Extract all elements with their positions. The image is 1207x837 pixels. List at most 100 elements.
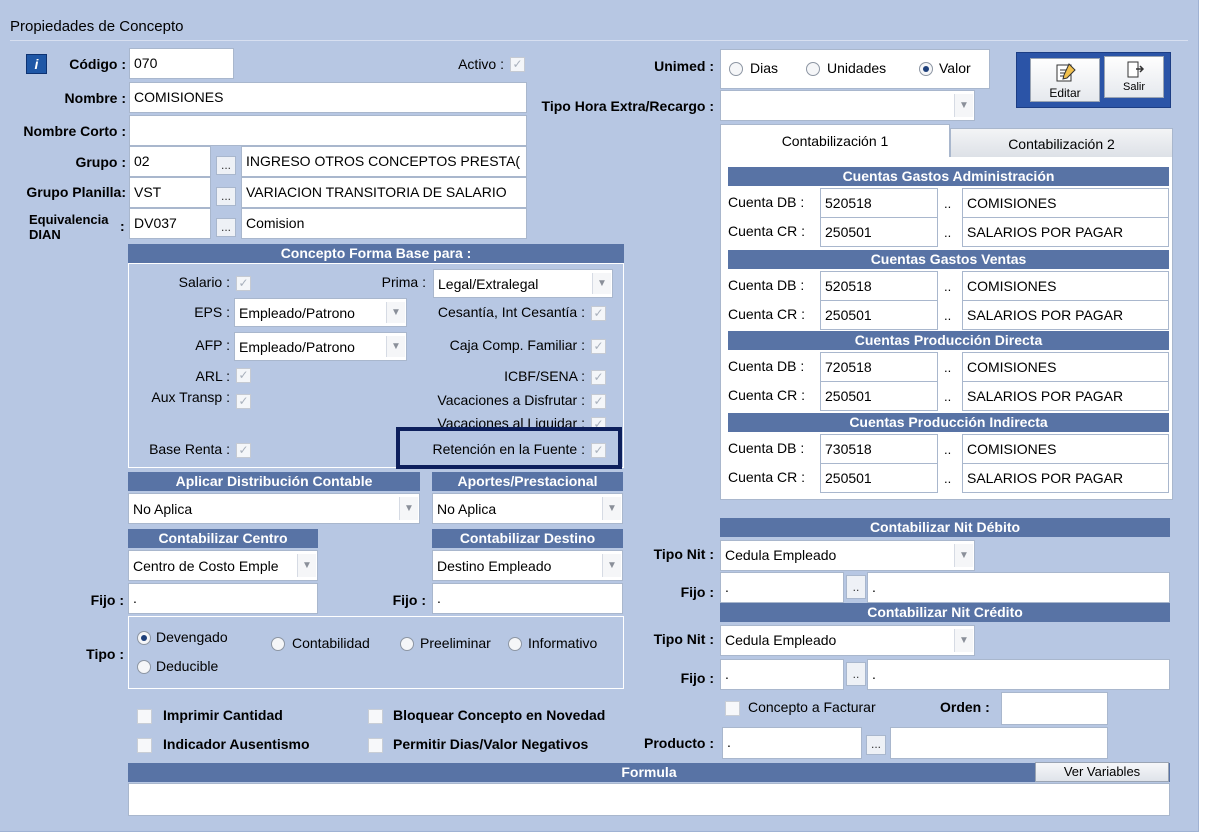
concepto-facturar-checkbox[interactable] [725,701,740,716]
tipo-devengado-radio[interactable] [137,631,151,645]
cuenta-lookup-button[interactable]: .. [944,360,951,375]
equivalencia-code-input[interactable]: DV037 [129,208,211,239]
nit-credito-lookup-button[interactable]: .. [846,662,866,686]
tipo-contabilidad-radio[interactable] [271,637,285,651]
imprimir-cantidad-checkbox[interactable] [137,709,152,724]
producto-code-input[interactable]: . [722,727,862,759]
concepto-facturar-label: Concepto a Facturar [748,699,876,715]
tipo-preeliminar-radio[interactable] [400,637,414,651]
cuenta-cr-desc-input[interactable]: SALARIOS POR PAGAR [962,463,1169,493]
nit-credito-tipo-select[interactable]: Cedula Empleado ▼ [720,625,975,656]
vac-disfrutar-label: Vacaciones a Disfrutar : [437,392,585,408]
equivalencia-lookup-button[interactable]: ... [216,218,236,237]
cuenta-cr-desc-input[interactable]: SALARIOS POR PAGAR [962,381,1169,411]
caja-checkbox[interactable]: ✓ [591,339,606,354]
retencion-checkbox[interactable]: ✓ [591,443,606,458]
salir-label: Salir [1122,81,1145,93]
prima-select[interactable]: Legal/Extralegal ▼ [433,269,613,298]
grupo-code-input[interactable]: 02 [129,146,211,177]
nit-credito-fijo-desc[interactable]: . [867,659,1170,690]
grupo-desc-input[interactable]: INGRESO OTROS CONCEPTOS PRESTA( [241,146,527,177]
icbf-checkbox[interactable]: ✓ [591,370,606,385]
orden-input[interactable] [1001,692,1108,725]
afp-select[interactable]: Empleado/Patrono ▼ [234,332,407,361]
cuenta-db-desc-input[interactable]: COMISIONES [962,352,1169,382]
nit-debito-fijo-code[interactable]: . [720,572,844,603]
centro-select[interactable]: Centro de Costo Emple ▼ [128,550,318,581]
nombre-input[interactable]: COMISIONES [129,82,527,113]
eps-select[interactable]: Empleado/Patrono ▼ [234,298,407,327]
tab-contabilizacion-1[interactable]: Contabilización 1 [720,124,950,158]
cuenta-lookup-button[interactable]: .. [944,471,951,486]
producto-desc-input[interactable] [890,727,1108,759]
cuenta-lookup-button[interactable]: .. [944,389,951,404]
eps-value: Empleado/Patrono [239,305,355,321]
tipo-hora-select[interactable]: ▼ [720,90,975,121]
base-renta-label: Base Renta : [149,441,230,457]
distribucion-select[interactable]: No Aplica ▼ [128,493,420,524]
cuenta-cr-code-input[interactable]: 250501 [820,381,938,411]
tipo-deducible-label: Deducible [156,658,219,674]
formula-input[interactable] [128,783,1170,816]
ver-variables-button[interactable]: Ver Variables [1035,762,1169,782]
unimed-valor-radio[interactable] [919,62,933,76]
indicador-ausentismo-checkbox[interactable] [137,738,152,753]
tab-contabilizacion-2[interactable]: Contabilización 2 [950,128,1173,158]
cuenta-db-code-input[interactable]: 520518 [820,271,938,301]
afp-label: AFP : [195,337,230,353]
aportes-select[interactable]: No Aplica ▼ [432,493,623,524]
cuenta-db-desc-input[interactable]: COMISIONES [962,434,1169,464]
tipo-deducible-radio[interactable] [137,660,151,674]
permitir-negativos-checkbox[interactable] [368,738,383,753]
cuenta-db-code-input[interactable]: 520518 [820,188,938,218]
bloquear-concepto-checkbox[interactable] [368,709,383,724]
destino-fijo-input[interactable]: . [432,583,623,614]
nombre-corto-input[interactable] [129,115,527,146]
cuenta-cr-desc-input[interactable]: SALARIOS POR PAGAR [962,300,1169,330]
destino-select[interactable]: Destino Empleado ▼ [432,550,623,581]
codigo-input[interactable]: 070 [129,48,234,79]
base-renta-checkbox[interactable]: ✓ [236,443,251,458]
nit-debito-fijo-desc[interactable]: . [867,572,1170,603]
salario-checkbox[interactable]: ✓ [236,276,251,291]
activo-checkbox[interactable]: ✓ [510,57,525,72]
cuenta-cr-code-input[interactable]: 250501 [820,463,938,493]
cuenta-db-code-input[interactable]: 720518 [820,352,938,382]
cuenta-lookup-button[interactable]: .. [944,196,951,211]
cuenta-lookup-button[interactable]: .. [944,442,951,457]
grupo-planilla-desc-input[interactable]: VARIACION TRANSITORIA DE SALARIO [241,177,527,208]
arl-checkbox[interactable]: ✓ [236,368,251,383]
cesantia-checkbox[interactable]: ✓ [591,306,606,321]
nit-debito-lookup-button[interactable]: .. [846,575,866,599]
grupo-lookup-button[interactable]: ... [216,156,236,175]
cuenta-cr-desc-input[interactable]: SALARIOS POR PAGAR [962,217,1169,247]
cuenta-db-code-input[interactable]: 730518 [820,434,938,464]
cuenta-lookup-button[interactable]: .. [944,308,951,323]
centro-header: Contabilizar Centro [128,529,318,548]
cuenta-db-desc-input[interactable]: COMISIONES [962,188,1169,218]
equivalencia-desc-input[interactable]: Comision [241,208,527,239]
producto-lookup-button[interactable]: ... [866,735,886,755]
cuenta-lookup-button[interactable]: .. [944,279,951,294]
grupo-planilla-lookup-button[interactable]: ... [216,187,236,206]
nit-debito-tipo-select[interactable]: Cedula Empleado ▼ [720,540,975,571]
salir-button[interactable]: Salir [1104,56,1164,98]
cuenta-cr-code-input[interactable]: 250501 [820,300,938,330]
cuentas-section-header: Cuentas Producción Indirecta [728,413,1169,432]
cuenta-lookup-button[interactable]: .. [944,225,951,240]
tipo-informativo-radio[interactable] [508,637,522,651]
vac-disfrutar-checkbox[interactable]: ✓ [591,394,606,409]
unimed-unidades-radio[interactable] [806,62,820,76]
cuenta-cr-label: Cuenta CR : [728,387,806,403]
grupo-planilla-code-input[interactable]: VST [129,177,211,208]
cuenta-cr-code-input[interactable]: 250501 [820,217,938,247]
editar-button[interactable]: Editar [1030,58,1100,102]
editar-label: Editar [1049,86,1081,100]
unimed-dias-radio[interactable] [729,62,743,76]
cuenta-db-desc-input[interactable]: COMISIONES [962,271,1169,301]
centro-fijo-input[interactable]: . [128,583,318,614]
nit-credito-fijo-code[interactable]: . [720,659,844,690]
unimed-unidades-label: Unidades [827,60,887,76]
aux-transp-checkbox[interactable]: ✓ [236,394,251,409]
destino-header: Contabilizar Destino [432,529,623,548]
